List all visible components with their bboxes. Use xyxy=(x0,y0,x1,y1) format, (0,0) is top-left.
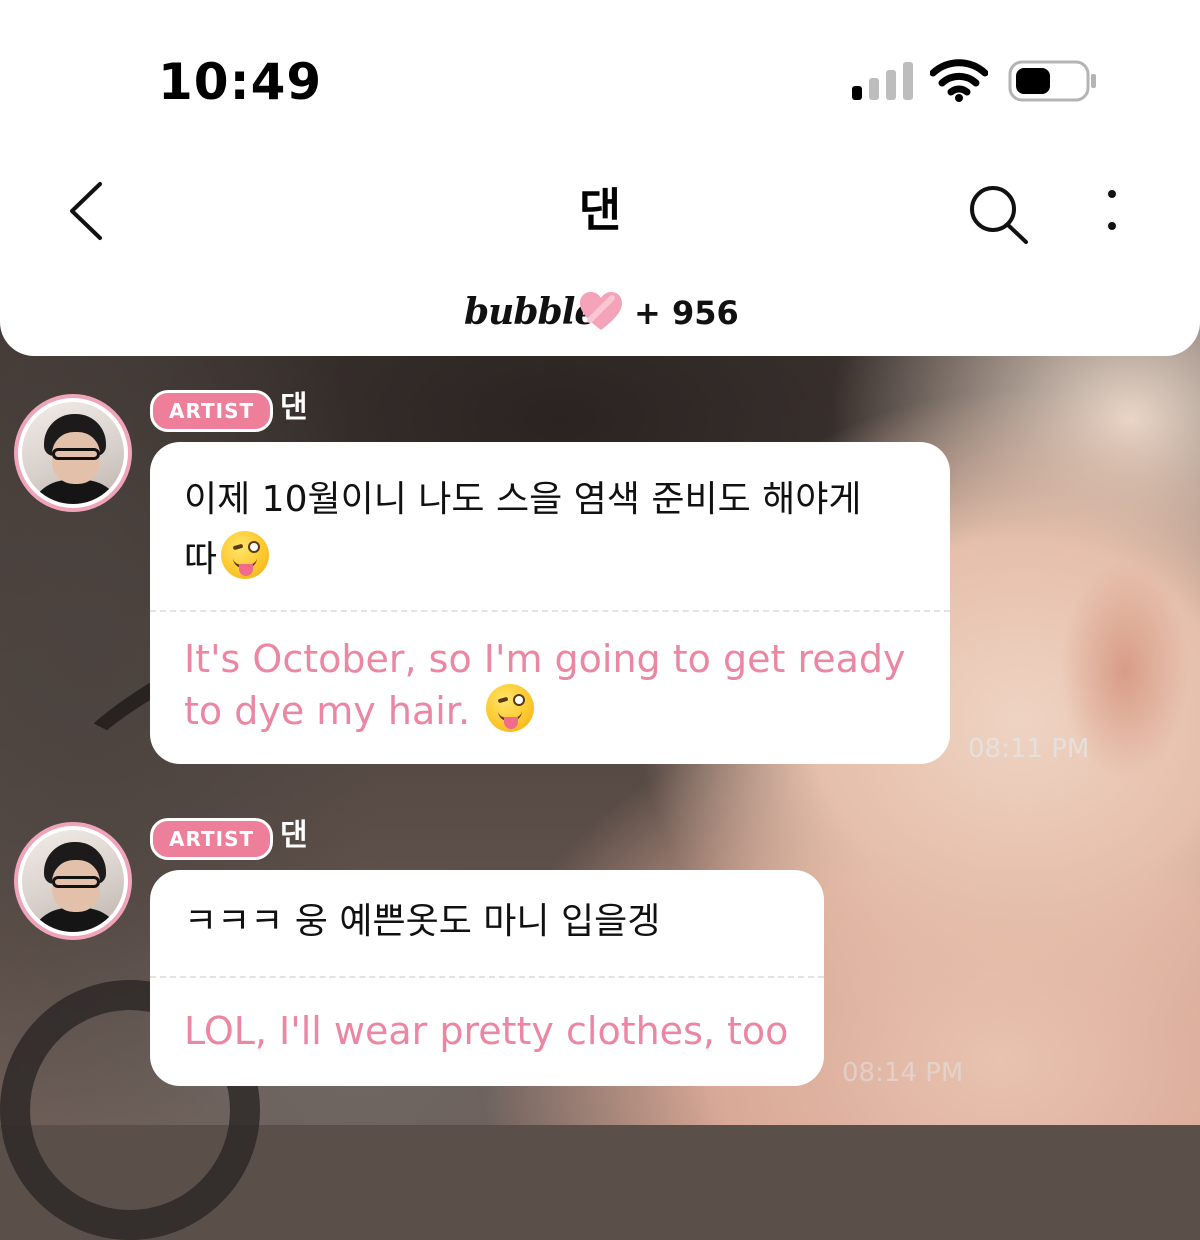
top-header-panel: 10:49 댄 bubble + 956 xyxy=(0,0,1200,356)
message-original-text: 이제 10월이니 나도 스을 염색 준비도 해야게 따 xyxy=(150,442,950,610)
wifi-icon xyxy=(930,59,988,102)
artist-badge: ARTIST xyxy=(150,390,274,432)
message-bubble[interactable]: ㅋㅋㅋ 웅 예쁜옷도 마니 입을겡 LOL, I'll wear pretty … xyxy=(150,870,824,1086)
artist-badge: ARTIST xyxy=(150,818,274,860)
winking-tongue-emoji-icon xyxy=(221,531,270,579)
sender-name: 댄 xyxy=(280,390,308,425)
battery-icon xyxy=(1008,60,1096,102)
message-original-text: ㅋㅋㅋ 웅 예쁜옷도 마니 입을겡 xyxy=(184,901,661,942)
search-button[interactable] xyxy=(966,184,1030,244)
artist-avatar[interactable] xyxy=(14,394,132,512)
search-icon xyxy=(970,186,1028,244)
status-time: 10:49 xyxy=(158,53,323,111)
winking-tongue-emoji-icon xyxy=(486,684,535,732)
message-translated-text: It's October, so I'm going to get ready … xyxy=(150,612,950,762)
message-original-tail: 따 xyxy=(184,539,218,580)
bubble-count: + 956 xyxy=(634,294,739,332)
more-options-button[interactable] xyxy=(1098,186,1128,238)
message-timestamp: 08:11 PM xyxy=(968,734,1090,764)
chat-title: 댄 xyxy=(578,183,622,237)
back-button[interactable] xyxy=(62,178,112,244)
message-translated-text: LOL, I'll wear pretty clothes, too xyxy=(184,1009,789,1053)
bubble-logo: bubble xyxy=(464,291,597,333)
message-bubble[interactable]: 이제 10월이니 나도 스을 염색 준비도 해야게 따 It's October… xyxy=(150,442,950,764)
message-original-line: 이제 10월이니 나도 스을 염색 준비도 해야게 xyxy=(184,479,862,520)
artist-avatar[interactable] xyxy=(14,822,132,940)
heart-icon xyxy=(580,292,622,330)
avatar-photo xyxy=(22,402,124,504)
cellular-signal-icon xyxy=(852,60,914,100)
message-translated-line: It's October, so I'm going to get ready xyxy=(184,637,906,681)
sender-name: 댄 xyxy=(280,818,308,853)
bubble-subscription-bar: bubble + 956 xyxy=(0,286,1200,340)
message-timestamp: 08:14 PM xyxy=(842,1058,964,1088)
message-translated-tail: to dye my hair. xyxy=(184,689,471,733)
chevron-left-icon xyxy=(70,182,102,240)
avatar-photo xyxy=(22,830,124,932)
